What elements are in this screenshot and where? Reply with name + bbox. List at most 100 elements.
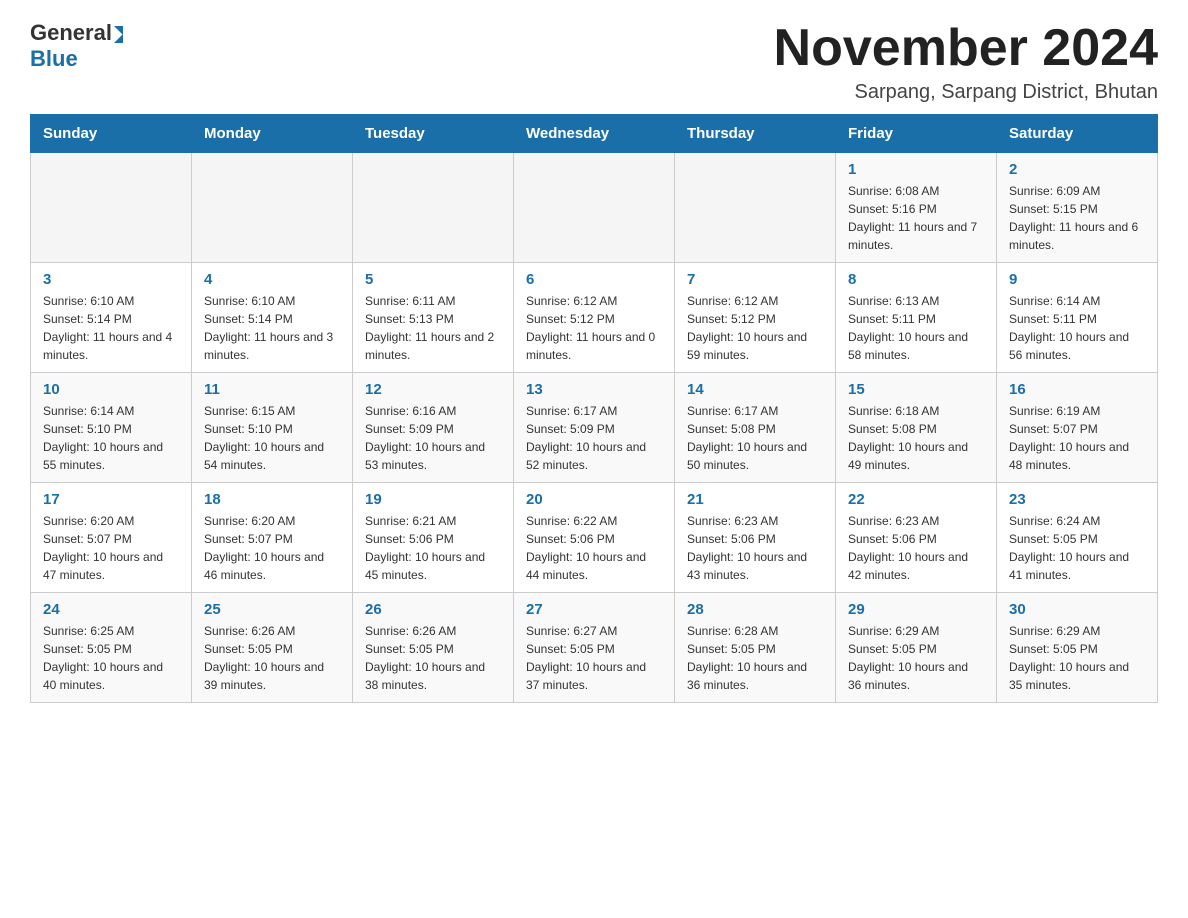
title-block: November 2024 Sarpang, Sarpang District,… — [774, 20, 1158, 104]
day-number: 12 — [365, 381, 501, 398]
day-info: Sunrise: 6:14 AMSunset: 5:11 PMDaylight:… — [1009, 292, 1145, 364]
calendar-cell — [675, 153, 836, 263]
day-number: 28 — [687, 601, 823, 618]
day-info: Sunrise: 6:13 AMSunset: 5:11 PMDaylight:… — [848, 292, 984, 364]
day-info: Sunrise: 6:20 AMSunset: 5:07 PMDaylight:… — [204, 512, 340, 584]
day-info: Sunrise: 6:17 AMSunset: 5:08 PMDaylight:… — [687, 402, 823, 474]
calendar-cell: 4 Sunrise: 6:10 AMSunset: 5:14 PMDaylight… — [192, 263, 353, 373]
day-number: 8 — [848, 271, 984, 288]
calendar-cell: 12 Sunrise: 6:16 AMSunset: 5:09 PMDayligh… — [353, 373, 514, 483]
day-number: 19 — [365, 491, 501, 508]
weekday-header-tuesday: Tuesday — [353, 115, 514, 153]
day-number: 11 — [204, 381, 340, 398]
day-info: Sunrise: 6:12 AMSunset: 5:12 PMDaylight:… — [687, 292, 823, 364]
week-row-4: 17 Sunrise: 6:20 AMSunset: 5:07 PMDayligh… — [31, 483, 1158, 593]
day-number: 30 — [1009, 601, 1145, 618]
weekday-header-sunday: Sunday — [31, 115, 192, 153]
weekday-header-thursday: Thursday — [675, 115, 836, 153]
calendar-cell: 22Sunrise: 6:23 AMSunset: 5:06 PMDayligh… — [836, 483, 997, 593]
day-info: Sunrise: 6:25 AMSunset: 5:05 PMDaylight:… — [43, 622, 179, 694]
day-number: 15 — [848, 381, 984, 398]
calendar-cell: 9 Sunrise: 6:14 AMSunset: 5:11 PMDaylight… — [997, 263, 1158, 373]
calendar-cell: 17 Sunrise: 6:20 AMSunset: 5:07 PMDayligh… — [31, 483, 192, 593]
calendar-cell: 14 Sunrise: 6:17 AMSunset: 5:08 PMDayligh… — [675, 373, 836, 483]
calendar-cell — [353, 153, 514, 263]
day-info: Sunrise: 6:26 AMSunset: 5:05 PMDaylight:… — [365, 622, 501, 694]
day-info: Sunrise: 6:15 AMSunset: 5:10 PMDaylight:… — [204, 402, 340, 474]
day-number: 10 — [43, 381, 179, 398]
day-info: Sunrise: 6:17 AMSunset: 5:09 PMDaylight:… — [526, 402, 662, 474]
calendar-cell: 10Sunrise: 6:14 AMSunset: 5:10 PMDayligh… — [31, 373, 192, 483]
day-number: 29 — [848, 601, 984, 618]
calendar-cell: 29 Sunrise: 6:29 AMSunset: 5:05 PMDayligh… — [836, 593, 997, 703]
calendar-cell: 1 Sunrise: 6:08 AMSunset: 5:16 PMDaylight… — [836, 153, 997, 263]
calendar-cell — [31, 153, 192, 263]
day-info: Sunrise: 6:20 AMSunset: 5:07 PMDaylight:… — [43, 512, 179, 584]
calendar-cell: 27Sunrise: 6:27 AMSunset: 5:05 PMDayligh… — [514, 593, 675, 703]
weekday-header-friday: Friday — [836, 115, 997, 153]
calendar-cell: 16 Sunrise: 6:19 AMSunset: 5:07 PMDayligh… — [997, 373, 1158, 483]
day-number: 16 — [1009, 381, 1145, 398]
weekday-header-wednesday: Wednesday — [514, 115, 675, 153]
day-info: Sunrise: 6:16 AMSunset: 5:09 PMDaylight:… — [365, 402, 501, 474]
day-info: Sunrise: 6:29 AMSunset: 5:05 PMDaylight:… — [1009, 622, 1145, 694]
calendar-cell: 18 Sunrise: 6:20 AMSunset: 5:07 PMDayligh… — [192, 483, 353, 593]
day-info: Sunrise: 6:24 AMSunset: 5:05 PMDaylight:… — [1009, 512, 1145, 584]
month-title: November 2024 — [774, 20, 1158, 77]
day-info: Sunrise: 6:22 AMSunset: 5:06 PMDaylight:… — [526, 512, 662, 584]
location-text: Sarpang, Sarpang District, Bhutan — [774, 81, 1158, 104]
day-number: 20 — [526, 491, 662, 508]
day-info: Sunrise: 6:26 AMSunset: 5:05 PMDaylight:… — [204, 622, 340, 694]
calendar-cell: 28 Sunrise: 6:28 AMSunset: 5:05 PMDayligh… — [675, 593, 836, 703]
calendar-cell: 21 Sunrise: 6:23 AMSunset: 5:06 PMDayligh… — [675, 483, 836, 593]
day-number: 24 — [43, 601, 179, 618]
week-row-3: 10Sunrise: 6:14 AMSunset: 5:10 PMDayligh… — [31, 373, 1158, 483]
calendar-cell: 26Sunrise: 6:26 AMSunset: 5:05 PMDayligh… — [353, 593, 514, 703]
day-info: Sunrise: 6:11 AMSunset: 5:13 PMDaylight:… — [365, 292, 501, 364]
calendar-cell: 15 Sunrise: 6:18 AMSunset: 5:08 PMDayligh… — [836, 373, 997, 483]
calendar-cell: 8 Sunrise: 6:13 AMSunset: 5:11 PMDaylight… — [836, 263, 997, 373]
day-number: 25 — [204, 601, 340, 618]
weekday-header-saturday: Saturday — [997, 115, 1158, 153]
calendar-cell: 23 Sunrise: 6:24 AMSunset: 5:05 PMDayligh… — [997, 483, 1158, 593]
day-number: 7 — [687, 271, 823, 288]
day-number: 9 — [1009, 271, 1145, 288]
calendar-cell — [192, 153, 353, 263]
day-info: Sunrise: 6:29 AMSunset: 5:05 PMDaylight:… — [848, 622, 984, 694]
calendar-table: SundayMondayTuesdayWednesdayThursdayFrid… — [30, 114, 1158, 703]
day-info: Sunrise: 6:10 AMSunset: 5:14 PMDaylight:… — [204, 292, 340, 364]
logo-general-text: General — [30, 20, 112, 46]
day-info: Sunrise: 6:21 AMSunset: 5:06 PMDaylight:… — [365, 512, 501, 584]
page-header: General Blue November 2024 Sarpang, Sarp… — [30, 20, 1158, 104]
calendar-cell: 20 Sunrise: 6:22 AMSunset: 5:06 PMDayligh… — [514, 483, 675, 593]
calendar-cell: 3Sunrise: 6:10 AMSunset: 5:14 PMDaylight… — [31, 263, 192, 373]
day-number: 23 — [1009, 491, 1145, 508]
week-row-1: 1 Sunrise: 6:08 AMSunset: 5:16 PMDaylight… — [31, 153, 1158, 263]
calendar-cell: 13Sunrise: 6:17 AMSunset: 5:09 PMDayligh… — [514, 373, 675, 483]
day-info: Sunrise: 6:19 AMSunset: 5:07 PMDaylight:… — [1009, 402, 1145, 474]
day-number: 4 — [204, 271, 340, 288]
calendar-cell: 11 Sunrise: 6:15 AMSunset: 5:10 PMDayligh… — [192, 373, 353, 483]
day-number: 18 — [204, 491, 340, 508]
calendar-cell: 30 Sunrise: 6:29 AMSunset: 5:05 PMDayligh… — [997, 593, 1158, 703]
day-number: 2 — [1009, 161, 1145, 178]
day-number: 17 — [43, 491, 179, 508]
day-info: Sunrise: 6:08 AMSunset: 5:16 PMDaylight:… — [848, 182, 984, 254]
calendar-cell: 7 Sunrise: 6:12 AMSunset: 5:12 PMDaylight… — [675, 263, 836, 373]
day-info: Sunrise: 6:23 AMSunset: 5:06 PMDaylight:… — [687, 512, 823, 584]
day-number: 1 — [848, 161, 984, 178]
calendar-cell: 6Sunrise: 6:12 AMSunset: 5:12 PMDaylight… — [514, 263, 675, 373]
calendar-cell: 5Sunrise: 6:11 AMSunset: 5:13 PMDaylight… — [353, 263, 514, 373]
week-row-2: 3Sunrise: 6:10 AMSunset: 5:14 PMDaylight… — [31, 263, 1158, 373]
calendar-cell: 24 Sunrise: 6:25 AMSunset: 5:05 PMDayligh… — [31, 593, 192, 703]
calendar-cell — [514, 153, 675, 263]
day-number: 14 — [687, 381, 823, 398]
day-info: Sunrise: 6:28 AMSunset: 5:05 PMDaylight:… — [687, 622, 823, 694]
weekday-header-row: SundayMondayTuesdayWednesdayThursdayFrid… — [31, 115, 1158, 153]
day-number: 27 — [526, 601, 662, 618]
day-number: 6 — [526, 271, 662, 288]
day-number: 21 — [687, 491, 823, 508]
logo: General Blue — [30, 20, 123, 72]
day-info: Sunrise: 6:18 AMSunset: 5:08 PMDaylight:… — [848, 402, 984, 474]
calendar-cell: 25 Sunrise: 6:26 AMSunset: 5:05 PMDayligh… — [192, 593, 353, 703]
